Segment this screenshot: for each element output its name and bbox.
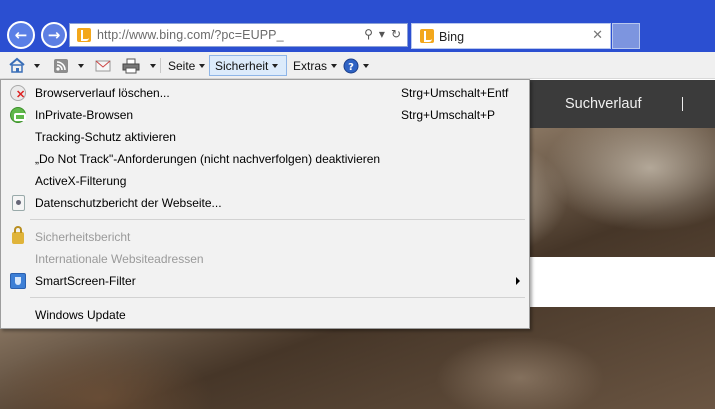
new-tab-button[interactable]: [612, 23, 640, 49]
search-history-link[interactable]: Suchverlauf: [565, 96, 642, 112]
address-controls: ⚲ ▾ ↻: [364, 27, 401, 41]
refresh-icon[interactable]: ↻: [391, 27, 401, 41]
chevron-down-icon[interactable]: [78, 63, 84, 68]
help-menu-button[interactable]: ?: [343, 55, 369, 76]
home-button[interactable]: [8, 55, 40, 76]
menu-item-security-report: Sicherheitsbericht: [2, 226, 528, 248]
menu-item-label: SmartScreen-Filter: [35, 274, 136, 288]
page-menu-label: Seite: [168, 58, 196, 73]
menu-item-label: Sicherheitsbericht: [35, 230, 131, 244]
bing-favicon-icon: [420, 29, 434, 43]
arrow-left-icon: ←: [14, 26, 28, 44]
menu-item-do-not-track[interactable]: „Do Not Track"-Anforderungen (nicht nach…: [2, 148, 528, 170]
menu-item-label: ActiveX-Filterung: [35, 174, 127, 188]
address-bar[interactable]: http://www.bing.com/?pc=EUPP_ ⚲ ▾ ↻: [69, 23, 408, 47]
menu-item-delete-history[interactable]: Browserverlauf löschen... Strg+Umschalt+…: [2, 82, 528, 104]
menu-item-shortcut: Strg+Umschalt+P: [401, 108, 496, 122]
arrow-right-icon: →: [47, 26, 61, 44]
menu-item-label: Internationale Websiteadressen: [35, 252, 204, 266]
bing-favicon-icon: [77, 28, 91, 42]
read-mail-button[interactable]: [95, 55, 111, 76]
menu-item-label: „Do Not Track"-Anforderungen (nicht nach…: [35, 152, 381, 166]
safety-menu-button[interactable]: Sicherheit: [209, 55, 287, 76]
privacy-report-icon: [12, 195, 25, 211]
dropdown-arrow-icon[interactable]: ▾: [379, 27, 385, 41]
chevron-down-icon[interactable]: [34, 63, 40, 68]
chevron-down-icon: [272, 63, 279, 68]
submenu-arrow-icon: [516, 277, 520, 285]
tools-menu-button[interactable]: Extras: [293, 55, 338, 76]
mail-icon: [95, 60, 111, 71]
feeds-button[interactable]: [53, 55, 84, 76]
chevron-down-icon: [363, 63, 369, 68]
printer-icon: [122, 58, 140, 73]
menu-separator: [30, 297, 525, 298]
safety-menu-label: Sicherheit: [215, 58, 269, 73]
print-button[interactable]: [122, 55, 156, 76]
menu-item-international-addresses: Internationale Websiteadressen: [2, 248, 528, 270]
page-menu-button[interactable]: Seite: [168, 55, 206, 76]
close-tab-icon[interactable]: ✕: [592, 28, 603, 43]
tab-title: Bing: [439, 30, 465, 44]
address-url[interactable]: http://www.bing.com/?pc=EUPP_: [97, 28, 284, 42]
feed-icon: [54, 58, 68, 73]
tools-menu-label: Extras: [293, 58, 328, 73]
help-icon: ?: [343, 58, 359, 73]
menu-item-smartscreen-filter[interactable]: SmartScreen-Filter: [2, 270, 528, 292]
lock-icon: [12, 226, 24, 244]
menu-item-tracking-protection[interactable]: Tracking-Schutz aktivieren: [2, 126, 528, 148]
menu-item-windows-update[interactable]: Windows Update: [2, 304, 528, 326]
forward-button[interactable]: →: [41, 22, 67, 48]
menu-item-label: InPrivate-Browsen: [35, 108, 134, 122]
menu-item-label: Datenschutzbericht der Webseite...: [35, 196, 222, 210]
menu-item-activex-filtering[interactable]: ActiveX-Filterung: [2, 170, 528, 192]
menu-item-label: Tracking-Schutz aktivieren: [35, 130, 176, 144]
menu-item-privacy-report[interactable]: Datenschutzbericht der Webseite...: [2, 192, 528, 214]
menu-item-shortcut: Strg+Umschalt+Entf: [401, 86, 509, 100]
menu-item-label: Browserverlauf löschen...: [35, 86, 170, 100]
chevron-down-icon[interactable]: [150, 63, 156, 68]
search-icon[interactable]: ⚲: [364, 27, 373, 41]
browser-title-bar: ← → http://www.bing.com/?pc=EUPP_ ⚲ ▾ ↻ …: [0, 0, 715, 52]
back-button[interactable]: ←: [7, 21, 35, 49]
menu-item-label: Windows Update: [35, 308, 126, 322]
inprivate-icon: [10, 107, 26, 123]
header-divider: [682, 97, 683, 111]
home-icon: [9, 57, 25, 73]
command-separator: [160, 58, 161, 73]
menu-separator: [30, 219, 525, 220]
safety-dropdown-menu: Browserverlauf löschen... Strg+Umschalt+…: [0, 79, 530, 329]
chevron-down-icon: [331, 63, 338, 68]
svg-text:?: ?: [348, 62, 354, 73]
menu-item-inprivate[interactable]: InPrivate-Browsen Strg+Umschalt+P: [2, 104, 528, 126]
chevron-down-icon: [199, 63, 206, 68]
command-bar: Seite Sicherheit Extras ?: [0, 52, 715, 79]
browser-tab[interactable]: Bing ✕: [411, 23, 611, 49]
smartscreen-icon: [10, 273, 26, 289]
delete-history-icon: [10, 85, 26, 101]
